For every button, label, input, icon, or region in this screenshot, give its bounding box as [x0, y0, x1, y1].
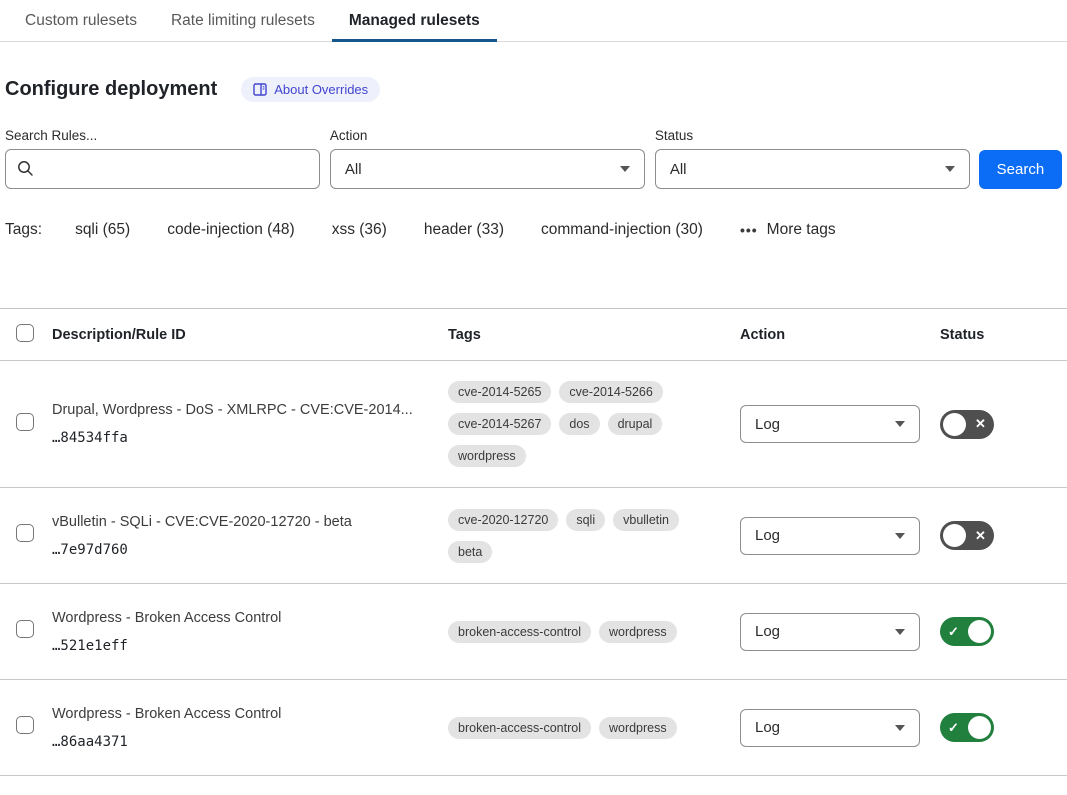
rule-status-toggle[interactable]: ✓ ✕	[940, 410, 994, 439]
rules-table: Description/Rule ID Tags Action Status D…	[0, 308, 1067, 776]
row-checkbox[interactable]	[16, 413, 34, 431]
row-checkbox[interactable]	[16, 716, 34, 734]
rule-action-value: Log	[755, 623, 780, 640]
status-filter-select[interactable]: All	[655, 149, 970, 189]
about-overrides-label: About Overrides	[274, 82, 368, 97]
rule-id: …86aa4371	[52, 734, 448, 750]
tag-chip: sqli	[566, 509, 605, 531]
check-icon: ✓	[940, 617, 967, 646]
ruleset-tabs: Custom rulesets Rate limiting rulesets M…	[0, 0, 1067, 42]
x-icon: ✕	[967, 521, 994, 550]
select-all-checkbox[interactable]	[16, 324, 34, 342]
more-tags-button[interactable]: ••• More tags	[740, 221, 836, 239]
chevron-down-icon	[620, 166, 630, 172]
rule-tags: broken-access-control wordpress	[448, 621, 706, 643]
tag-chip: vbulletin	[613, 509, 679, 531]
tag-filter-link[interactable]: sqli (65)	[75, 221, 130, 238]
rule-description: Wordpress - Broken Access Control	[52, 610, 448, 626]
tag-chip: beta	[448, 541, 492, 563]
toggle-knob	[968, 716, 991, 739]
tag-chip: broken-access-control	[448, 621, 591, 643]
search-rules-input[interactable]	[5, 149, 320, 189]
table-row: Wordpress - Broken Access Control …86aa4…	[0, 680, 1067, 776]
rule-status-toggle[interactable]: ✓ ✕	[940, 713, 994, 742]
tags-list: sqli (65) code-injection (48) xss (36) head…	[75, 221, 740, 239]
rule-action-select[interactable]: Log	[740, 405, 920, 443]
chevron-down-icon	[895, 421, 905, 427]
tag-chip: drupal	[608, 413, 663, 435]
action-filter-value: All	[345, 161, 362, 178]
rule-tags: cve-2014-5265 cve-2014-5266 cve-2014-5267 d…	[448, 381, 706, 467]
column-header-status: Status	[940, 327, 1067, 343]
tag-chip: broken-access-control	[448, 717, 591, 739]
rule-tags: cve-2020-12720 sqli vbulletin beta	[448, 509, 706, 563]
tag-chip: cve-2020-12720	[448, 509, 558, 531]
check-icon: ✓	[940, 713, 967, 742]
status-filter-label: Status	[655, 128, 970, 143]
column-header-tags: Tags	[448, 327, 740, 343]
about-overrides-badge[interactable]: About Overrides	[241, 77, 380, 102]
table-row: Wordpress - Broken Access Control …521e1…	[0, 584, 1067, 680]
action-filter-select[interactable]: All	[330, 149, 645, 189]
tag-chip: cve-2014-5267	[448, 413, 551, 435]
tab-managed-rulesets[interactable]: Managed rulesets	[332, 0, 497, 41]
search-rules-label: Search Rules...	[5, 128, 320, 143]
status-filter-value: All	[670, 161, 687, 178]
rule-action-select[interactable]: Log	[740, 613, 920, 651]
tag-chip: wordpress	[448, 445, 526, 467]
rule-action-select[interactable]: Log	[740, 709, 920, 747]
tags-bar: Tags: sqli (65) code-injection (48) xss (3…	[5, 221, 1067, 239]
tag-chip: wordpress	[599, 621, 677, 643]
table-row: Drupal, Wordpress - DoS - XMLRPC - CVE:C…	[0, 361, 1067, 488]
rule-description: Wordpress - Broken Access Control	[52, 706, 448, 722]
filters-row: Search Rules... Action All Status All Se…	[5, 128, 1062, 189]
rule-id: …84534ffa	[52, 430, 448, 446]
chevron-down-icon	[945, 166, 955, 172]
rule-tags: broken-access-control wordpress	[448, 717, 706, 739]
book-icon	[253, 83, 267, 96]
tag-chip: dos	[559, 413, 599, 435]
rule-action-value: Log	[755, 416, 780, 433]
tab-rate-limiting-rulesets[interactable]: Rate limiting rulesets	[154, 0, 332, 41]
tag-filter-link[interactable]: xss (36)	[332, 221, 387, 238]
toggle-knob	[943, 413, 966, 436]
rule-description: Drupal, Wordpress - DoS - XMLRPC - CVE:C…	[52, 402, 448, 418]
chevron-down-icon	[895, 629, 905, 635]
chevron-down-icon	[895, 725, 905, 731]
column-header-description: Description/Rule ID	[52, 327, 448, 343]
tab-custom-rulesets[interactable]: Custom rulesets	[8, 0, 154, 41]
tag-filter-link[interactable]: code-injection (48)	[167, 221, 295, 238]
ellipsis-icon: •••	[740, 222, 758, 238]
more-tags-label: More tags	[767, 221, 836, 239]
table-header: Description/Rule ID Tags Action Status	[0, 309, 1067, 361]
rule-id: …521e1eff	[52, 638, 448, 654]
page-title: Configure deployment	[5, 78, 217, 101]
action-filter-label: Action	[330, 128, 645, 143]
tag-chip: wordpress	[599, 717, 677, 739]
tag-chip: cve-2014-5265	[448, 381, 551, 403]
tag-filter-link[interactable]: header (33)	[424, 221, 504, 238]
rule-action-select[interactable]: Log	[740, 517, 920, 555]
row-checkbox[interactable]	[16, 524, 34, 542]
heading-row: Configure deployment About Overrides	[5, 77, 1067, 102]
rule-action-value: Log	[755, 719, 780, 736]
rule-action-value: Log	[755, 527, 780, 544]
search-button[interactable]: Search	[979, 150, 1062, 189]
toggle-knob	[968, 620, 991, 643]
tag-chip: cve-2014-5266	[559, 381, 662, 403]
column-header-action: Action	[740, 327, 940, 343]
chevron-down-icon	[895, 533, 905, 539]
table-row: vBulletin - SQLi - CVE:CVE-2020-12720 - …	[0, 488, 1067, 584]
rule-id: …7e97d760	[52, 542, 448, 558]
tag-filter-link[interactable]: command-injection (30)	[541, 221, 703, 238]
tags-bar-label: Tags:	[5, 221, 42, 239]
toggle-knob	[943, 524, 966, 547]
rule-status-toggle[interactable]: ✓ ✕	[940, 521, 994, 550]
rule-description: vBulletin - SQLi - CVE:CVE-2020-12720 - …	[52, 514, 448, 530]
x-icon: ✕	[967, 410, 994, 439]
row-checkbox[interactable]	[16, 620, 34, 638]
rule-status-toggle[interactable]: ✓ ✕	[940, 617, 994, 646]
